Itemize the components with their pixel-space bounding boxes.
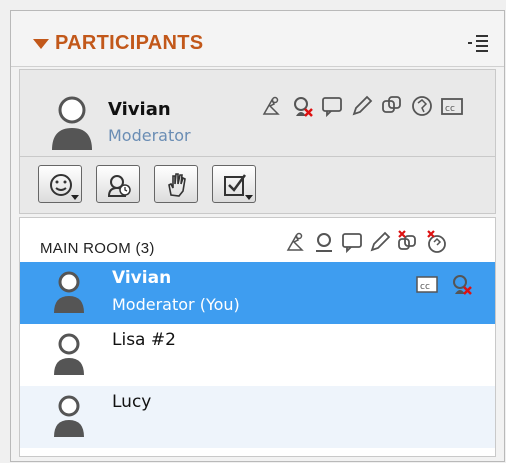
participant-icons: cc [415,272,473,296]
avatar-icon [50,94,94,154]
emoticon-button[interactable] [38,165,82,203]
away-button[interactable] [96,165,140,203]
my-name: Vivian [108,99,171,120]
svg-text:cc: cc [445,104,455,114]
avatar-icon [52,331,86,379]
cc-icon[interactable]: cc [415,272,439,296]
participant-row[interactable]: Lucy [20,386,495,448]
participant-name: Lisa #2 [112,330,176,350]
room-title: MAIN ROOM (3) [40,240,155,257]
participant-name: Vivian [112,268,172,288]
away-clock-icon [107,175,131,197]
audio-mute-icon[interactable] [290,94,314,118]
chat-icon[interactable] [320,94,344,118]
draw-icon[interactable] [350,94,374,118]
raise-hand-button[interactable] [154,165,198,203]
web-off-icon[interactable] [424,230,448,254]
participant-row[interactable]: Vivian Moderator (You) cc [20,262,495,324]
panel-header[interactable]: PARTICIPANTS [11,11,504,67]
host-icon[interactable] [284,230,308,254]
status-button-row [19,157,496,214]
svg-text:cc: cc [420,282,430,292]
audio-icon[interactable] [312,230,336,254]
share-icon[interactable] [380,94,404,118]
panel-title: PARTICIPANTS [55,32,204,54]
collapse-triangle-icon[interactable] [33,39,49,49]
options-menu-icon[interactable] [468,33,490,53]
chat-icon[interactable] [340,230,364,254]
dropdown-arrow-icon [245,195,253,200]
raise-hand-icon [168,173,186,197]
my-status-box: Vivian Moderator cc [19,69,496,157]
room-header-icons [284,230,448,254]
participant-row[interactable]: Lisa #2 [20,324,495,386]
host-icon [260,94,284,118]
main-room-list: MAIN ROOM (3) Vivian Moderator (You) cc [19,217,496,457]
web-icon[interactable] [410,94,434,118]
participants-panel: PARTICIPANTS Vivian Moderator cc MAIN RO… [10,10,505,462]
participant-role: Moderator (You) [112,295,240,314]
my-role: Moderator [108,126,191,145]
share-off-icon[interactable] [396,230,420,254]
answer-button[interactable] [212,165,256,203]
dropdown-arrow-icon [71,195,79,200]
avatar-icon [52,393,86,441]
participant-name: Lucy [112,392,152,412]
my-permission-icons: cc [260,94,464,118]
draw-icon[interactable] [368,230,392,254]
room-header: MAIN ROOM (3) [20,218,495,257]
audio-mute-icon[interactable] [449,272,473,296]
cc-icon[interactable]: cc [440,94,464,118]
avatar-icon [52,269,86,317]
